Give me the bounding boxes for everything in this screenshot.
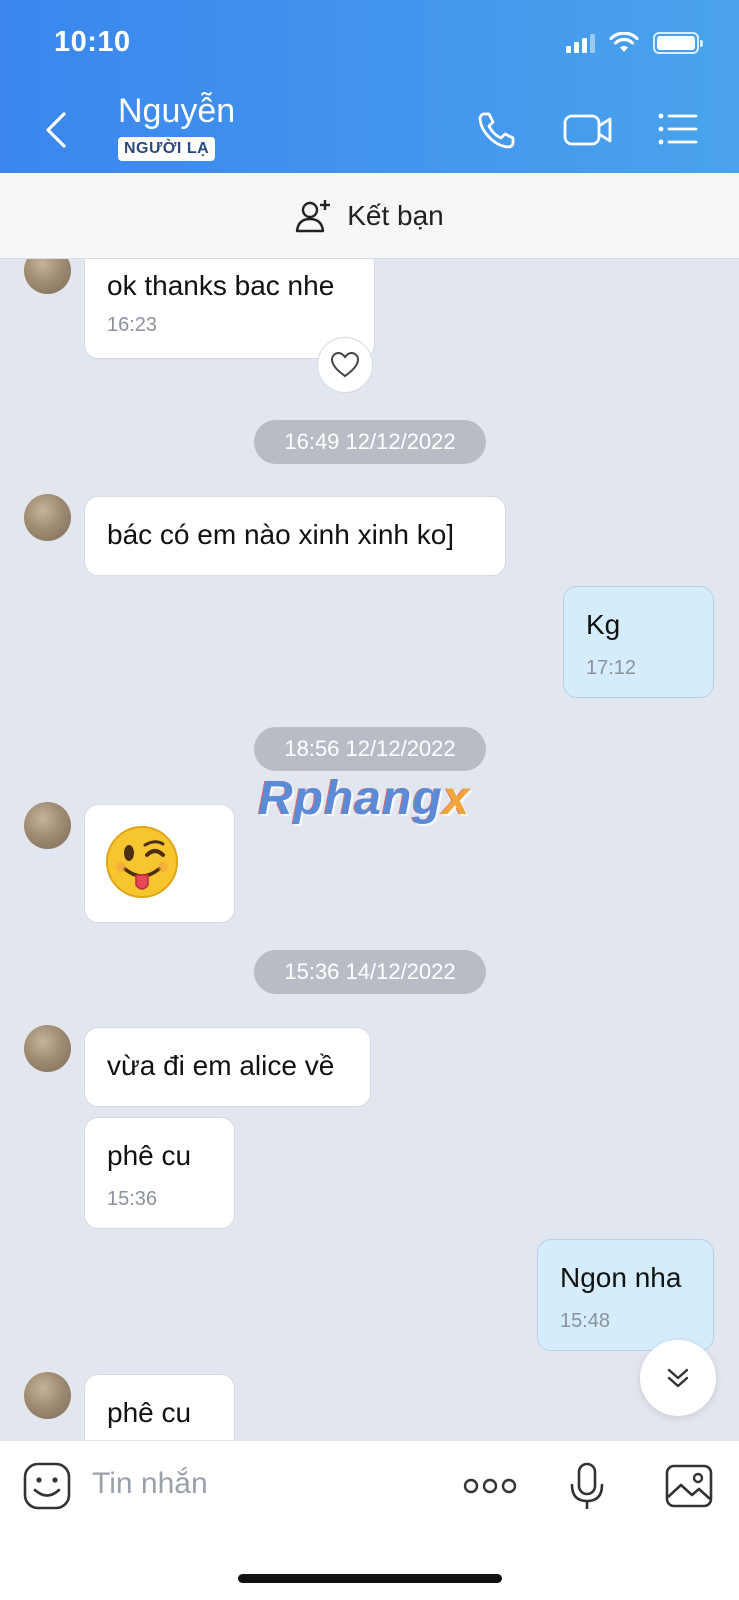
add-friend-icon: [296, 199, 331, 232]
message-bubble-incoming[interactable]: phê cu 15:36: [84, 1117, 235, 1229]
back-arrow-icon[interactable]: [38, 108, 78, 152]
winking-tongue-emoji-icon: [106, 826, 178, 898]
message-bubble-incoming[interactable]: phê cu: [84, 1374, 235, 1440]
message-text: vừa đi em alice về: [107, 1050, 335, 1081]
video-call-icon[interactable]: [562, 108, 614, 152]
contact-avatar[interactable]: [24, 1025, 71, 1072]
double-chevron-down-icon: [667, 1368, 689, 1388]
message-bubble-outgoing[interactable]: Ngon nha 15:48: [537, 1239, 714, 1351]
date-separator: 18:56 12/12/2022: [254, 727, 486, 771]
add-friend-button[interactable]: Kết bạn: [0, 173, 739, 259]
status-icons: [566, 32, 703, 54]
message-text: ok thanks bac nhe: [107, 270, 335, 301]
contact-name[interactable]: Nguyễn: [118, 92, 235, 131]
wifi-icon: [609, 32, 639, 52]
message-text: phê cu: [107, 1140, 192, 1171]
stranger-badge: NGƯỜI LẠ: [118, 137, 216, 161]
image-gallery-icon[interactable]: [664, 1461, 714, 1511]
battery-icon: [653, 32, 703, 54]
contact-avatar[interactable]: [24, 1372, 71, 1419]
message-bubble-sticker[interactable]: [84, 804, 235, 923]
message-list[interactable]: ok thanks bac nhe 16:23 16:49 12/12/2022…: [0, 259, 739, 1440]
message-bubble-outgoing[interactable]: Kg 17:12: [563, 586, 714, 698]
heart-icon: [330, 351, 360, 378]
cellular-signal-icon: [566, 33, 595, 53]
date-separator: 15:36 14/12/2022: [254, 950, 486, 994]
message-time: 16:23: [107, 314, 158, 336]
scroll-to-bottom-button[interactable]: [640, 1340, 716, 1416]
microphone-icon[interactable]: [562, 1461, 612, 1511]
phone-call-icon[interactable]: [475, 108, 519, 152]
sticker-icon[interactable]: [22, 1461, 72, 1511]
status-time: 10:10: [54, 26, 131, 58]
more-options-icon[interactable]: [462, 1461, 518, 1511]
message-text: Kg: [586, 609, 621, 640]
contact-avatar[interactable]: [24, 259, 71, 294]
message-text: bác có em nào xinh xinh ko]: [107, 519, 455, 550]
message-time: 17:12: [586, 657, 637, 679]
home-indicator: [238, 1574, 502, 1583]
message-time: 15:48: [560, 1310, 611, 1332]
react-heart-button[interactable]: [317, 337, 373, 393]
message-text: Ngon nha: [560, 1262, 682, 1293]
contact-avatar[interactable]: [24, 494, 71, 541]
add-friend-label: Kết bạn: [347, 199, 444, 231]
date-separator: 16:49 12/12/2022: [254, 420, 486, 464]
message-bubble-incoming[interactable]: vừa đi em alice về: [84, 1027, 371, 1107]
message-bubble-incoming[interactable]: bác có em nào xinh xinh ko]: [84, 496, 506, 576]
contact-avatar[interactable]: [24, 802, 71, 849]
message-time: 15:36: [107, 1188, 158, 1210]
chat-header: 10:10 Nguyễn NGƯỜI LẠ: [0, 0, 739, 173]
message-text: phê cu: [107, 1397, 192, 1428]
menu-list-icon[interactable]: [656, 108, 700, 152]
message-input[interactable]: Tin nhắn: [92, 1467, 208, 1501]
watermark-logo: Rphangx: [258, 772, 471, 825]
